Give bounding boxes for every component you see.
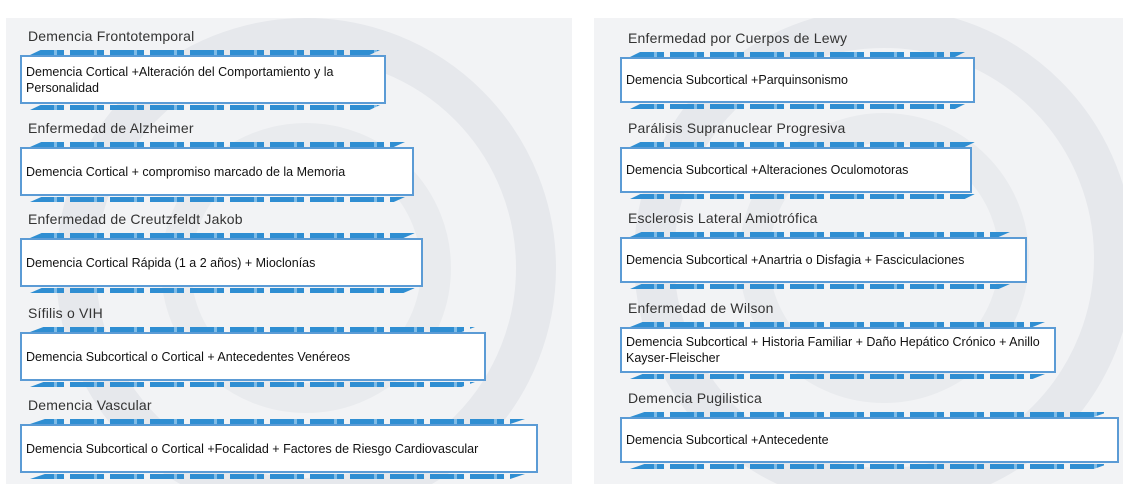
entry-title: Enfermedad por Cuerpos de Lewy	[628, 30, 848, 46]
stripe-bottom	[30, 105, 380, 110]
entry-description: Demencia Cortical + compromiso marcado d…	[20, 147, 414, 196]
entry-title: Parálisis Supranuclear Progresiva	[628, 120, 846, 136]
entry-description: Demencia Subcortical o Cortical +Focalid…	[20, 424, 538, 473]
stripe-bottom	[630, 374, 1045, 379]
entry-title: Sífilis o VIH	[28, 305, 103, 321]
stripe-bottom	[30, 382, 475, 387]
entry-title: Demencia Frontotemporal	[28, 28, 195, 44]
entry-title: Esclerosis Lateral Amiotrófica	[628, 210, 818, 226]
entry-description: Demencia Subcortical +Alteraciones Oculo…	[620, 147, 972, 193]
right-panel: Enfermedad por Cuerpos de Lewy Demencia …	[594, 18, 1123, 484]
entry-title: Demencia Vascular	[28, 397, 152, 413]
stripe-bottom	[630, 194, 975, 199]
entry-description: Demencia Subcortical o Cortical + Antece…	[20, 332, 486, 381]
entry-description: Demencia Subcortical + Historia Familiar…	[620, 327, 1056, 373]
entry-title: Enfermedad de Alzheimer	[28, 120, 194, 136]
entry-description: Demencia Cortical +Alteración del Compor…	[20, 55, 386, 104]
entry-title: Demencia Pugilistica	[628, 390, 762, 406]
entry-title: Enfermedad de Creutzfeldt Jakob	[28, 211, 243, 227]
entry-description: Demencia Cortical Rápida (1 a 2 años) + …	[20, 238, 423, 287]
stripe-bottom	[630, 284, 1010, 289]
stripe-bottom	[30, 288, 415, 293]
stripe-bottom	[630, 464, 1108, 469]
stripe-bottom	[30, 474, 525, 479]
entry-description: Demencia Subcortical +Anartria o Disfagi…	[620, 237, 1027, 283]
left-panel: Demencia Frontotemporal Demencia Cortica…	[6, 18, 572, 484]
entry-description: Demencia Subcortical +Antecedente	[620, 417, 1119, 463]
stripe-bottom	[630, 104, 965, 109]
stripe-bottom	[30, 197, 405, 202]
entry-description: Demencia Subcortical +Parquinsonismo	[620, 57, 975, 103]
entry-title: Enfermedad de Wilson	[628, 300, 774, 316]
